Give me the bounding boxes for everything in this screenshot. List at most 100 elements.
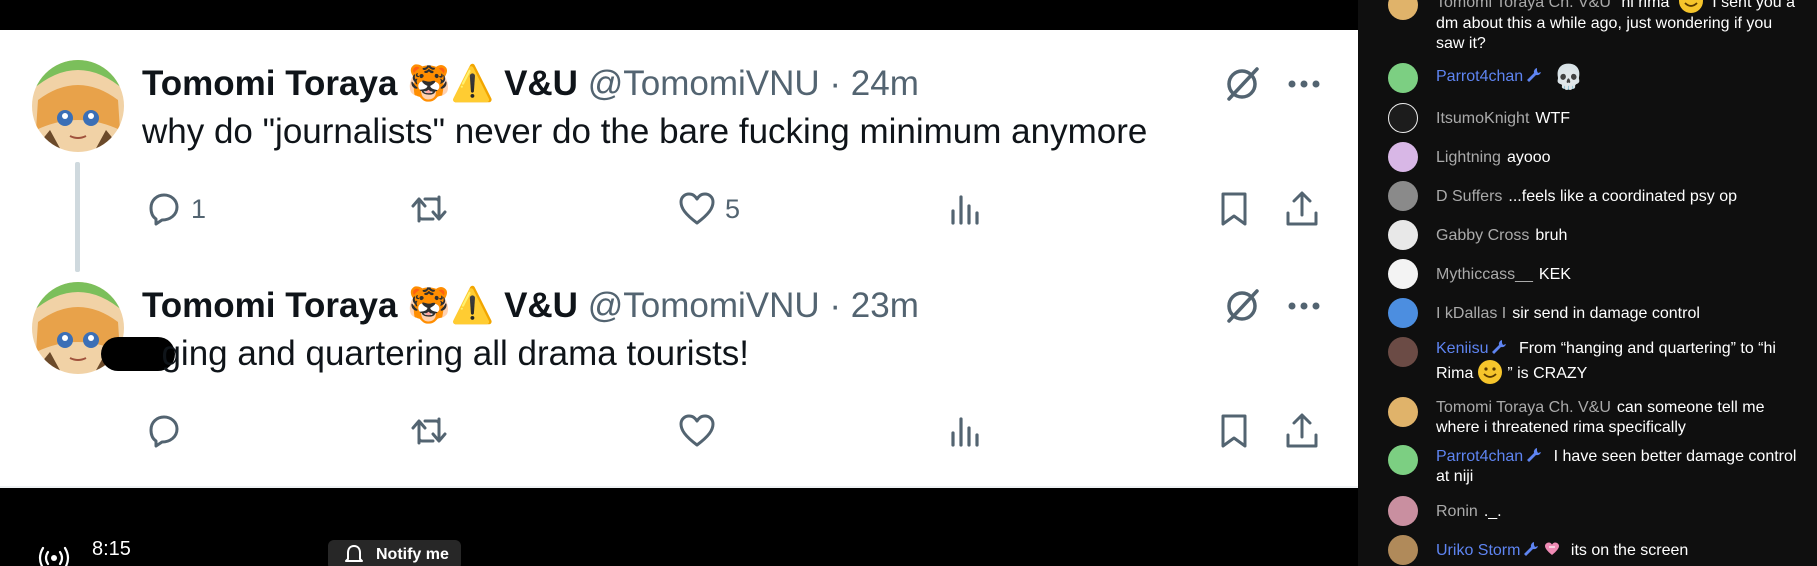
avatar[interactable] [1388, 259, 1418, 289]
chat-text: bruh [1535, 227, 1568, 244]
chat-author[interactable]: Lightning [1436, 149, 1501, 166]
chat-message: Uriko Storm its on the screen [1358, 535, 1817, 565]
member-badge-icon [1545, 542, 1560, 555]
live-broadcast-icon[interactable] [38, 544, 70, 566]
handle[interactable]: @TomomiVNU [588, 64, 820, 103]
reply-icon [149, 193, 179, 226]
avatar[interactable] [1388, 63, 1418, 93]
like-button[interactable]: 5 [677, 186, 740, 232]
chat-message: Keniisu From “hanging and quartering” to… [1358, 337, 1817, 387]
like-count: 5 [725, 193, 741, 224]
avatar [32, 60, 124, 152]
share-button[interactable] [1282, 408, 1322, 454]
grok-icon[interactable] [1220, 284, 1264, 328]
avatar[interactable] [1388, 220, 1418, 250]
moderator-wrench-icon [1492, 340, 1507, 354]
chat-text: ...feels like a coordinated psy op [1508, 188, 1737, 205]
display-name[interactable]: Tomomi Toraya [142, 286, 397, 325]
smile-emoji-icon [1678, 0, 1703, 13]
avatar[interactable] [1388, 397, 1418, 427]
retweet-icon [411, 417, 447, 445]
chat-text: hi rima [1621, 0, 1670, 11]
avatar[interactable] [1388, 535, 1418, 565]
chat-message: I kDallas I sir send in damage control [1358, 298, 1817, 328]
more-options-icon[interactable] [1282, 284, 1326, 328]
chat-author[interactable]: ItsumoKnight [1436, 110, 1529, 127]
bookmark-button[interactable] [1214, 408, 1254, 454]
views-button[interactable] [946, 408, 986, 454]
more-options-icon[interactable] [1282, 62, 1326, 106]
tweet-header: Tomomi Toraya 🐯⚠️ V&U @TomomiVNU · 24m [142, 62, 919, 106]
timestamp[interactable]: 23m [851, 286, 919, 325]
chat-author[interactable]: I kDallas I [1436, 305, 1506, 322]
chat-message: ItsumoKnight WTF [1358, 103, 1817, 133]
moderator-wrench-icon [1527, 68, 1542, 82]
chat-message: Parrot4chan 💀 [1358, 63, 1817, 93]
display-name[interactable]: Tomomi Toraya [142, 64, 397, 103]
views-button[interactable] [946, 186, 986, 232]
chat-message: Parrot4chan I have seen better damage co… [1358, 445, 1817, 487]
chat-author[interactable]: Tomomi Toraya Ch. V&U [1436, 399, 1611, 416]
chat-text: WTF [1535, 110, 1571, 127]
chat-author[interactable]: Ronin [1436, 503, 1478, 520]
video-area: Tomomi Toraya 🐯⚠️ V&U @TomomiVNU · 24m w… [0, 0, 1358, 566]
heart-icon [679, 414, 715, 447]
chat-author[interactable]: D Suffers [1436, 188, 1502, 205]
chat-author[interactable]: Keniisu [1436, 340, 1508, 357]
chat-message: Lightning ayooo [1358, 142, 1817, 172]
avatar[interactable] [1388, 445, 1418, 475]
chat-author[interactable]: Tomomi Toraya Ch. V&U [1436, 0, 1611, 11]
separator: · [829, 286, 842, 325]
timestamp[interactable]: 24m [851, 64, 919, 103]
avatar[interactable] [1388, 496, 1418, 526]
share-button[interactable] [1282, 186, 1322, 232]
like-button[interactable] [677, 408, 725, 454]
skull-emoji: 💀 [1553, 64, 1584, 91]
tweet-screenshot: Tomomi Toraya 🐯⚠️ V&U @TomomiVNU · 24m w… [0, 30, 1358, 488]
avatar[interactable] [1388, 103, 1418, 133]
reply-count: 1 [191, 193, 207, 224]
grok-icon[interactable] [1220, 62, 1264, 106]
smile-emoji-icon [1478, 360, 1503, 384]
chat-text: ” is CRAZY [1507, 365, 1588, 382]
chat-author[interactable]: Mythiccass__ [1436, 266, 1533, 283]
tweet-text: hging and quartering all drama tourists! [101, 332, 750, 376]
share-icon [1286, 191, 1318, 226]
retweet-button[interactable] [409, 186, 457, 232]
avatar[interactable] [1388, 337, 1418, 367]
reply-button[interactable] [143, 408, 191, 454]
views-icon [951, 417, 979, 447]
tweet-text: why do "journalists" never do the bare f… [142, 112, 1148, 151]
chat-author[interactable]: Parrot4chan [1436, 68, 1543, 85]
separator: · [829, 64, 842, 103]
chat-message: Gabby Cross bruh [1358, 220, 1817, 250]
name-emojis: 🐯⚠️ [407, 64, 495, 103]
name-suffix: V&U [504, 286, 578, 325]
name-emojis: 🐯⚠️ [407, 286, 495, 325]
avatar[interactable] [1388, 181, 1418, 211]
tweet: Tomomi Toraya 🐯⚠️ V&U @TomomiVNU · 24m w… [0, 30, 1358, 272]
reply-button[interactable]: 1 [143, 186, 206, 232]
chat-author[interactable]: Uriko Storm [1436, 542, 1560, 559]
moderator-wrench-icon [1524, 542, 1539, 556]
bookmark-button[interactable] [1214, 186, 1254, 232]
retweet-button[interactable] [409, 408, 457, 454]
bookmark-icon [1221, 414, 1247, 448]
avatar[interactable] [1388, 298, 1418, 328]
chat-author[interactable]: Gabby Cross [1436, 227, 1529, 244]
notify-me-label: Notify me [376, 546, 449, 563]
handle[interactable]: @TomomiVNU [588, 286, 820, 325]
chat-message: Tomomi Toraya Ch. V&U can someone tell me… [1358, 397, 1817, 439]
notify-me-button[interactable]: Notify me [328, 540, 461, 566]
avatar[interactable] [1388, 142, 1418, 172]
tweet-header: Tomomi Toraya 🐯⚠️ V&U @TomomiVNU · 23m [142, 284, 919, 328]
moderator-wrench-icon [1527, 448, 1542, 462]
name-suffix: V&U [504, 64, 578, 103]
avatar[interactable] [1388, 0, 1418, 20]
views-icon [951, 195, 979, 225]
tweet-text-rest: ging and quartering all drama tourists! [161, 334, 750, 373]
tweet-actions [0, 408, 1358, 458]
chat-message: Ronin ._. [1358, 496, 1817, 526]
chat-author[interactable]: Parrot4chan [1436, 448, 1543, 465]
retweet-icon [411, 195, 447, 223]
